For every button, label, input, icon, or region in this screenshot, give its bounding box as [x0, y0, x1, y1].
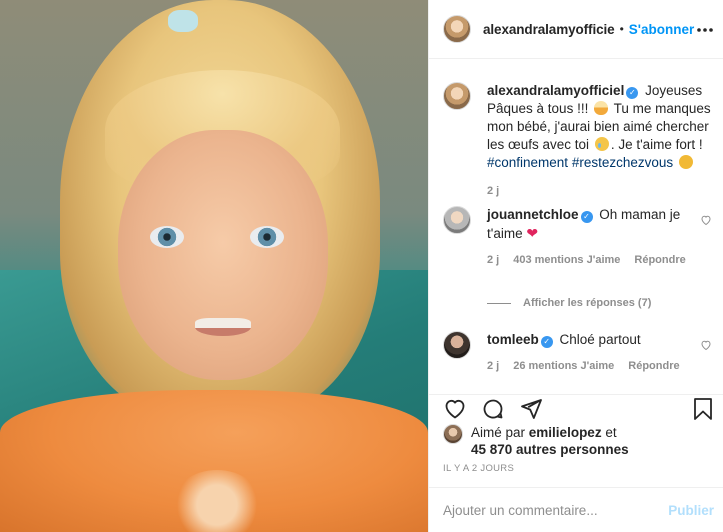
hashtag-link[interactable]: #restezchezvous	[572, 155, 673, 170]
verified-badge-icon: ✓	[580, 211, 593, 223]
likes-summary: Aimé par emilielopez et 45 870 autres pe…	[443, 424, 718, 458]
reply-button[interactable]: Répondre	[634, 251, 685, 269]
crying-face-emoji-icon	[594, 137, 609, 151]
comment-heart-icon[interactable]	[700, 339, 712, 351]
share-icon[interactable]	[519, 397, 543, 421]
post-side-panel: alexandralamyofficie • S'abonner alexand…	[428, 0, 723, 532]
heart-icon[interactable]	[443, 397, 467, 421]
post-photo[interactable]	[0, 0, 428, 532]
liker-avatar[interactable]	[443, 424, 463, 444]
comment-item: jouannetchloe ✓ Oh maman je t'aime ❤ 2 j …	[443, 206, 718, 269]
sad-face-emoji-icon	[678, 155, 693, 169]
caption-text-3: . Je t'aime fort !	[610, 137, 703, 152]
comment-input[interactable]	[443, 502, 669, 518]
publish-button[interactable]: Publier	[668, 503, 714, 518]
reply-button[interactable]: Répondre	[628, 357, 679, 375]
replies-divider	[487, 302, 511, 304]
more-horizontal-icon[interactable]	[696, 20, 714, 38]
comment-username[interactable]: jouannetchloe	[487, 207, 579, 222]
view-replies-label[interactable]: Afficher les réponses (7)	[523, 297, 651, 309]
comment-time[interactable]: 2 j	[487, 251, 499, 269]
bookmark-icon[interactable]	[692, 397, 714, 421]
instagram-post: alexandralamyofficie • S'abonner alexand…	[0, 0, 723, 532]
follow-button[interactable]: S'abonner	[629, 22, 694, 37]
post-timestamp[interactable]: IL Y A 2 JOURS	[443, 463, 514, 474]
comment-item: tomleeb ✓ Chloé partout 2 j 26 mentions J…	[443, 331, 718, 375]
bowl-emoji-icon	[594, 101, 609, 115]
likes-prefix: Aimé par	[471, 425, 526, 440]
comment-text: Chloé partout	[559, 332, 641, 347]
comment-heart-icon[interactable]	[700, 214, 712, 226]
header-separator: •	[619, 22, 624, 36]
liker-username[interactable]: emilielopez	[529, 425, 602, 440]
verified-badge-icon: ✓	[626, 87, 639, 99]
comment-likes-count[interactable]: 403 mentions J'aime	[513, 251, 620, 269]
post-actions-bar	[429, 394, 723, 421]
comment-username[interactable]: tomleeb	[487, 332, 539, 347]
red-heart-emoji-icon: ❤	[526, 225, 539, 241]
caption-avatar[interactable]	[443, 82, 471, 110]
verified-badge-icon: ✓	[540, 336, 553, 348]
comments-section[interactable]: alexandralamyofficiel ✓ Joyeuses Pâques à…	[429, 60, 723, 394]
likes-joiner: et	[605, 425, 617, 440]
view-replies-button[interactable]: Afficher les réponses (7)	[487, 297, 651, 309]
caption-time[interactable]: 2 j	[487, 182, 717, 200]
author-username[interactable]: alexandralamyofficie	[483, 22, 615, 37]
likes-others-link[interactable]: 45 870 autres personnes	[471, 442, 629, 457]
post-header: alexandralamyofficie • S'abonner	[429, 0, 723, 59]
comment-likes-count[interactable]: 26 mentions J'aime	[513, 357, 614, 375]
commenter-avatar[interactable]	[443, 206, 471, 234]
author-avatar[interactable]	[443, 15, 471, 43]
hashtag-link[interactable]: #confinement	[487, 155, 568, 170]
comment-time[interactable]: 2 j	[487, 357, 499, 375]
commenter-avatar[interactable]	[443, 331, 471, 359]
post-caption: alexandralamyofficiel ✓ Joyeuses Pâques à…	[443, 82, 718, 200]
add-comment-bar: Publier	[429, 487, 723, 532]
caption-username[interactable]: alexandralamyofficiel	[487, 83, 624, 98]
comment-icon[interactable]	[481, 397, 505, 421]
